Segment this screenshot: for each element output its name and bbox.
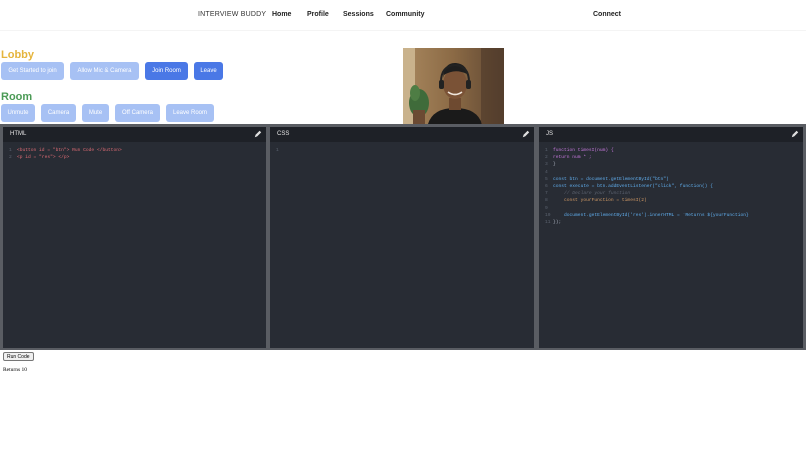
nav-community[interactable]: Community bbox=[386, 11, 425, 18]
css-editor-title: CSS bbox=[277, 131, 290, 137]
pencil-icon[interactable] bbox=[791, 130, 799, 138]
code-editors: HTML 1 <button id = "btn"> Run Code </but… bbox=[0, 124, 806, 350]
html-editor-title: HTML bbox=[10, 131, 27, 137]
code-line: const execute = btn.addEventListener("cl… bbox=[553, 184, 713, 190]
css-code[interactable]: 1 bbox=[276, 147, 530, 154]
mute-button[interactable]: Mute bbox=[82, 104, 109, 122]
code-line: return num * ; bbox=[553, 155, 592, 161]
code-line: const yourFunction = timesI(2) bbox=[553, 198, 647, 204]
nav-connect[interactable]: Connect bbox=[593, 11, 621, 18]
top-nav: INTERVIEW BUDDY Home Profile Sessions Co… bbox=[0, 0, 806, 31]
leave-room-button[interactable]: Leave Room bbox=[166, 104, 214, 122]
html-editor-header: HTML bbox=[3, 127, 266, 142]
brand-logo[interactable]: INTERVIEW BUDDY bbox=[198, 11, 266, 18]
nav-sessions[interactable]: Sessions bbox=[343, 11, 374, 18]
join-room-button[interactable]: Join Room bbox=[145, 62, 188, 80]
code-line: <button id = "btn"> Run Code </button> bbox=[17, 148, 122, 153]
code-line: <p id = "res"> </p> bbox=[17, 155, 70, 161]
css-editor[interactable]: CSS 1 bbox=[270, 127, 534, 348]
js-editor[interactable]: JS 1 function timesI(num) { 2 return num *… bbox=[539, 127, 803, 348]
run-code-button[interactable]: Run Code bbox=[3, 352, 34, 361]
js-editor-header: JS bbox=[539, 127, 803, 142]
pencil-icon[interactable] bbox=[254, 130, 262, 138]
lobby-title: Lobby bbox=[1, 49, 34, 61]
html-code[interactable]: 1 <button id = "btn"> Run Code </button> … bbox=[9, 147, 262, 161]
unmute-button[interactable]: Unmute bbox=[1, 104, 35, 122]
nav-profile[interactable]: Profile bbox=[307, 11, 329, 18]
css-editor-header: CSS bbox=[270, 127, 534, 142]
code-line: function timesI(num) { bbox=[553, 148, 614, 153]
js-code[interactable]: 1 function timesI(num) { 2 return num * ; … bbox=[545, 147, 799, 226]
code-line: }); bbox=[553, 220, 562, 226]
camera-button[interactable]: Camera bbox=[41, 104, 76, 122]
code-line: } bbox=[553, 162, 556, 168]
get-started-button[interactable]: Get Started to join bbox=[1, 62, 64, 80]
off-camera-button[interactable]: Off Camera bbox=[115, 104, 160, 122]
js-editor-title: JS bbox=[546, 131, 554, 137]
video-feed bbox=[403, 48, 504, 124]
pencil-icon[interactable] bbox=[522, 130, 530, 138]
nav-home[interactable]: Home bbox=[272, 11, 291, 18]
user-video-image bbox=[403, 48, 504, 124]
result-output: Returns 10 bbox=[3, 367, 27, 373]
allow-mic-camera-button[interactable]: Allow Mic & Camera bbox=[70, 62, 139, 80]
room-title: Room bbox=[1, 91, 33, 103]
code-line: const btn = document.getElementById("btn… bbox=[553, 176, 669, 182]
leave-button[interactable]: Leave bbox=[194, 62, 223, 80]
html-editor[interactable]: HTML 1 <button id = "btn"> Run Code </but… bbox=[3, 127, 266, 348]
code-line: document.getElementById('res').innerHTML… bbox=[553, 212, 749, 218]
code-line: // Declare your function bbox=[553, 191, 631, 197]
